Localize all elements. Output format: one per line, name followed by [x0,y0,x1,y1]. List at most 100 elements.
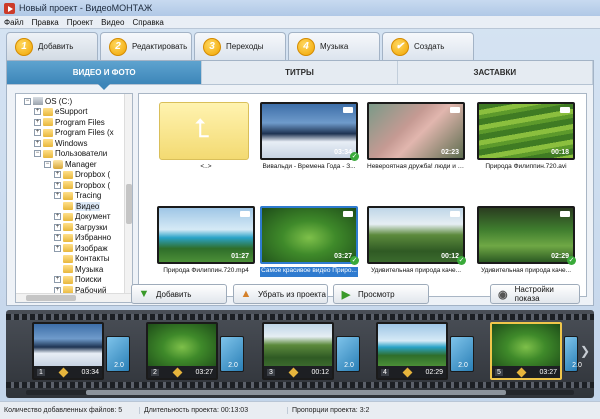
tree-item[interactable]: Музыка [54,264,103,274]
transition-slot[interactable]: 2.0 [220,336,244,372]
pencil-icon[interactable] [516,367,527,377]
expand-icon[interactable]: + [34,108,41,115]
expand-icon[interactable]: + [34,118,41,126]
tree-item[interactable]: + Program Files (x [34,128,114,138]
tree-item[interactable]: + Dropbox ( [54,170,110,180]
tree-item[interactable]: Видео [54,201,101,211]
video-thumbnail[interactable]: ⮤ <..> [157,102,255,174]
video-thumbnail[interactable]: 00:18 Природа Филиппин.720.avi [477,102,575,174]
tree-horizontal-scrollbar[interactable] [16,293,132,302]
folder-icon [63,265,73,273]
folder-icon [63,170,73,179]
pencil-icon[interactable] [58,367,69,377]
transition-slot[interactable]: 2.0 [450,336,474,372]
folder-icon [63,181,73,189]
step-tab[interactable]: 2 Редактировать [100,32,192,60]
expand-icon[interactable]: + [54,234,61,241]
collapse-icon[interactable]: − [44,160,51,168]
step-tab[interactable]: ✔ Создать [382,32,474,60]
video-thumbnail[interactable]: 00:12 ✓ Удивительная природа каче... [367,206,466,278]
step-number-icon: 1 [15,37,33,56]
tree-item-label: eSupport [55,107,88,116]
expand-icon[interactable]: + [34,139,41,147]
video-thumbnail[interactable]: 01:27 Природа Филиппин.720.mp4 [157,206,255,278]
step-tab[interactable]: 3 Переходы [194,32,286,60]
tree-vertical-scrollbar[interactable] [124,94,132,294]
storyboard-timeline: ❯ 1 03:34 2 03:27 3 00:12 4 02:29 5 03:27 2.0 2.0 2.… [6,310,594,398]
tree-item[interactable]: − OS (C:) [24,96,72,106]
tree-item[interactable]: + Dropbox ( [54,180,110,190]
expand-icon[interactable]: + [54,244,61,252]
show-settings-button[interactable]: ◉ Настройки показа [490,284,580,304]
video-preview-image: 03:27 ✓ [260,206,359,265]
subtab[interactable]: ВИДЕО И ФОТО [7,61,203,90]
expand-icon[interactable]: + [54,171,61,178]
tree-item[interactable]: + Tracing [54,191,101,201]
transition-slot[interactable]: 2.0 [564,336,582,372]
transition-slot[interactable]: 2.0 [106,336,130,372]
expand-icon[interactable]: + [54,276,61,283]
video-camera-icon [560,107,570,113]
tree-item[interactable]: + Program Files [34,117,105,127]
checkmark-icon: ✓ [457,256,466,265]
timeline-clip[interactable]: 5 03:27 [490,322,562,380]
step-tab[interactable]: 4 Музыка [288,32,380,60]
tree-item[interactable]: + Windows [34,138,87,148]
preview-button[interactable]: ▶ Просмотр [333,284,429,304]
timeline-scrollbar[interactable] [26,390,574,395]
pencil-icon[interactable] [172,367,183,377]
menu-item[interactable]: Справка [128,18,167,27]
video-caption: Природа Филиппин.720.avi [485,163,567,170]
tree-item[interactable]: + Документ [54,212,111,222]
transition-duration: 2.0 [344,362,354,369]
clip-preview-image [492,324,560,366]
tree-item[interactable]: − Manager [44,159,97,169]
video-duration: 02:23 [441,149,459,156]
tree-item[interactable]: Контакты [54,254,110,264]
chevron-right-icon[interactable]: ❯ [580,344,590,364]
subtab[interactable]: ТИТРЫ [202,61,398,84]
expand-icon[interactable]: + [54,181,61,189]
checkmark-icon: ✓ [350,152,359,161]
pencil-icon[interactable] [288,367,299,377]
timeline-clip[interactable]: 3 00:12 [262,322,334,380]
expand-icon[interactable]: + [54,213,61,220]
play-icon: ▶ [341,288,351,301]
timeline-clip[interactable]: 2 03:27 [146,322,218,380]
subtab[interactable]: ЗАСТАВКИ [398,61,593,84]
tree-item-label: Избранно [75,233,112,242]
menu-item[interactable]: Проект [63,18,97,27]
tree-item[interactable]: + Загрузки [54,222,107,232]
menu-item[interactable]: Файл [0,18,28,27]
tree-item[interactable]: + Изображ [54,243,108,253]
collapse-icon[interactable]: − [24,97,31,105]
timeline-clip[interactable]: 1 03:34 [32,322,104,380]
video-thumbnail[interactable]: 03:27 ✓ Самое красивое видео Приро... [260,206,359,278]
menu-bar: Файл Правка Проект Видео Справка [0,16,600,29]
tree-item[interactable]: + eSupport [34,107,87,117]
menu-item[interactable]: Видео [97,18,128,27]
tree-item[interactable]: + Избранно [54,233,111,243]
step-label: Музыка [320,42,349,51]
video-thumbnail[interactable]: 02:29 ✓ Удивительная природа каче... [477,206,576,278]
pencil-icon[interactable] [402,367,413,377]
expand-icon[interactable]: + [54,223,61,231]
add-button[interactable]: ▼ Добавить [131,284,227,304]
folder-tree[interactable]: − OS (C:) + eSupport + Program Files + Program … [15,93,133,303]
tree-item[interactable]: + Поиски [54,275,102,285]
video-thumbnail[interactable]: 03:34 ✓ Вивальди - Времена Года - З... [260,102,359,174]
step-tabs: 1 Добавить 2 Редактировать 3 Переходы 4 Музыка ✔… [6,32,594,60]
video-preview-image: 02:23 [367,102,465,160]
clip-duration: 03:34 [81,368,99,376]
video-thumbnail[interactable]: 02:23 Невероятная дружба! люди и д... [367,102,465,174]
collapse-icon[interactable]: − [34,150,41,157]
menu-item[interactable]: Правка [28,18,63,27]
timeline-clip[interactable]: 4 02:29 [376,322,448,380]
step-tab[interactable]: 1 Добавить [6,32,98,60]
transition-slot[interactable]: 2.0 [336,336,360,372]
expand-icon[interactable]: + [54,192,61,199]
preview-button-label: Просмотр [358,289,395,299]
remove-from-project-button[interactable]: ▲ Убрать из проекта [233,284,328,304]
expand-icon[interactable]: + [34,129,41,136]
tree-item[interactable]: − Пользователи [34,149,107,159]
